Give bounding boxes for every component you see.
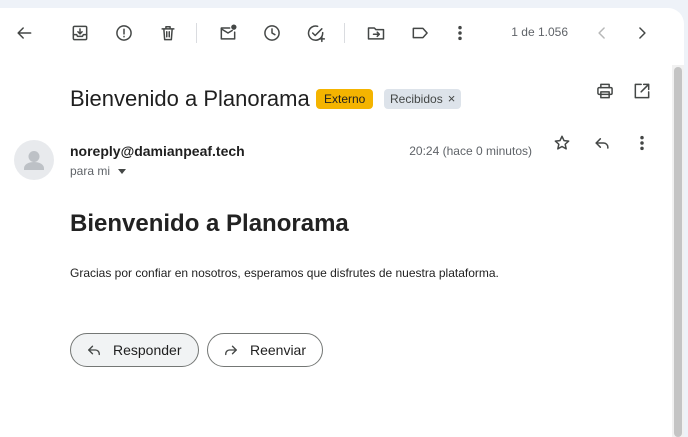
reply-icon <box>595 138 609 149</box>
recipient-line: para mi <box>70 164 127 178</box>
delete-icon <box>161 26 175 41</box>
message-time: 20:24 (hace 0 minutos) <box>409 144 532 158</box>
snooze-icon <box>264 25 280 41</box>
move-to-button[interactable] <box>360 17 392 49</box>
sender-email[interactable]: noreply@damianpeaf.tech <box>70 143 245 159</box>
back-button[interactable] <box>8 17 40 49</box>
show-details-icon[interactable] <box>118 168 127 174</box>
mark-unread-icon <box>220 24 237 40</box>
forward-action-button[interactable]: Reenviar <box>207 333 323 367</box>
message-more-button[interactable] <box>626 127 658 159</box>
newer-button[interactable] <box>586 17 618 49</box>
scrollbar-thumb[interactable] <box>674 67 682 437</box>
report-spam-icon <box>116 25 132 41</box>
inbox-label-text: Recibidos <box>390 92 443 106</box>
star-icon <box>554 135 570 150</box>
older-button[interactable] <box>626 17 658 49</box>
report-spam-button[interactable] <box>108 17 140 49</box>
forward-icon <box>225 345 237 356</box>
avatar <box>14 140 54 180</box>
more-options-button[interactable] <box>444 17 476 49</box>
mark-unread-button[interactable] <box>212 17 244 49</box>
forward-action-label: Reenviar <box>249 342 306 358</box>
avatar-person-icon <box>24 151 44 170</box>
remove-label-icon[interactable]: × <box>448 89 456 109</box>
email-body-text: Gracias por confiar en nosotros, esperam… <box>70 266 499 280</box>
snooze-button[interactable] <box>256 17 288 49</box>
archive-icon <box>72 25 88 41</box>
more-vert-icon <box>640 135 644 151</box>
recipient-text: para mi <box>70 164 111 178</box>
external-badge: Externo <box>316 89 374 109</box>
reply-button[interactable] <box>586 127 618 159</box>
add-task-icon <box>307 25 326 43</box>
open-new-window-button[interactable] <box>626 75 658 107</box>
move-to-icon <box>367 27 385 40</box>
reply-icon <box>88 345 100 356</box>
label-icon <box>412 27 428 39</box>
label-button[interactable] <box>404 17 436 49</box>
archive-button[interactable] <box>64 17 96 49</box>
chevron-right-icon <box>639 27 646 39</box>
delete-button[interactable] <box>152 17 184 49</box>
toolbar-divider <box>344 23 345 43</box>
email-subject: Bienvenido a Planorama <box>70 86 310 111</box>
scrollbar[interactable] <box>672 65 684 437</box>
more-vert-icon <box>458 25 462 41</box>
email-body-heading: Bienvenido a Planorama <box>70 210 349 237</box>
star-button[interactable] <box>546 127 578 159</box>
back-icon <box>17 27 32 39</box>
reply-action-button[interactable]: Responder <box>70 333 199 367</box>
inbox-label-chip: Recibidos × <box>384 89 462 109</box>
print-button[interactable] <box>589 75 621 107</box>
toolbar-divider <box>196 23 197 43</box>
message-counter: 1 de 1.056 <box>511 25 568 39</box>
chevron-left-icon <box>598 27 605 39</box>
add-task-button[interactable] <box>300 17 332 49</box>
open-in-new-icon <box>634 83 650 99</box>
print-icon <box>597 83 613 99</box>
email-view: 1 de 1.056 Bienvenido a Planorama Extern… <box>0 8 684 437</box>
reply-action-label: Responder <box>113 342 182 358</box>
